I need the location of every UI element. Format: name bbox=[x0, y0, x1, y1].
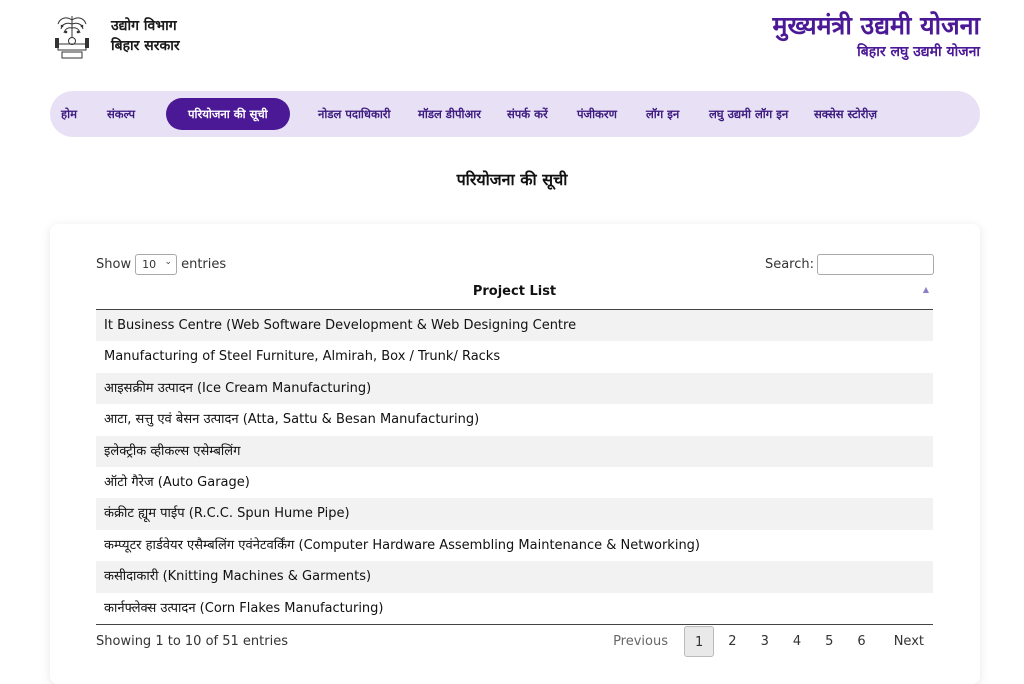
sort-ascending-icon: ▲ bbox=[922, 285, 929, 294]
scheme-subtitle: बिहार लघु उद्यमी योजना bbox=[857, 44, 980, 60]
search-label: Search: bbox=[764, 257, 814, 272]
show-label: Show bbox=[96, 257, 132, 272]
nav-model-dpr[interactable]: मॉडल डीपीआर bbox=[418, 91, 481, 137]
table-search: Search: bbox=[765, 254, 934, 275]
bihar-emblem-icon bbox=[55, 16, 89, 59]
table-bottom-border bbox=[96, 623, 933, 625]
entries-length-control: Show 10 ⌄ entries bbox=[96, 254, 226, 275]
department-line: उद्योग विभाग bbox=[111, 18, 177, 34]
table-row: It Business Centre (Web Software Develop… bbox=[96, 310, 933, 342]
nav-project-list[interactable]: परियोजना की सूची bbox=[166, 98, 290, 130]
pagination-next[interactable]: Next bbox=[884, 626, 934, 657]
pagination: Previous 1 2 3 4 5 6 Next bbox=[603, 626, 934, 657]
table-row: ऑटो गैरेज (Auto Garage) bbox=[96, 466, 933, 499]
state-government-line: बिहार सरकार bbox=[111, 38, 180, 54]
nav-laghu-udyami-login[interactable]: लघु उद्यमी लॉग इन bbox=[709, 91, 788, 137]
pagination-previous[interactable]: Previous bbox=[603, 626, 678, 657]
table-info: Showing 1 to 10 of 51 entries bbox=[96, 634, 288, 649]
chevron-down-icon: ⌄ bbox=[164, 257, 173, 267]
pagination-page[interactable]: 4 bbox=[783, 626, 811, 657]
nav-nodal-officer[interactable]: नोडल पदाधिकारी bbox=[318, 91, 390, 137]
scheme-title: मुख्यमंत्री उद्यमी योजना bbox=[772, 11, 980, 40]
pagination-page[interactable]: 2 bbox=[718, 626, 746, 657]
pagination-page[interactable]: 3 bbox=[751, 626, 779, 657]
table-row: कसीदाकारी (Knitting Machines & Garments) bbox=[96, 561, 933, 593]
table-row: आटा, सत्तु एवं बेसन उत्पादन (Atta, Sattu… bbox=[96, 404, 933, 436]
column-header-project-list[interactable]: Project List ▲ bbox=[96, 280, 933, 310]
nav-home[interactable]: होम bbox=[61, 91, 77, 137]
search-input[interactable] bbox=[817, 254, 934, 275]
project-table: Project List ▲ It Business Centre (Web S… bbox=[96, 280, 933, 625]
entries-per-page-value: 10 bbox=[142, 258, 157, 271]
project-list-card: Show 10 ⌄ entries Search: Project List ▲… bbox=[50, 224, 980, 684]
nav-success-stories[interactable]: सक्सेस स्टोरीज़ bbox=[814, 91, 877, 137]
entries-label: entries bbox=[181, 257, 227, 272]
table-row: कम्प्यूटर हार्डवेयर एसैम्बलिंग एवंनेटवर्… bbox=[96, 529, 933, 562]
table-row: Manufacturing of Steel Furniture, Almira… bbox=[96, 341, 933, 373]
table-row: कंक्रीट ह्यूम पाईप (R.C.C. Spun Hume Pip… bbox=[96, 498, 933, 530]
scheme-branding: मुख्यमंत्री उद्यमी योजना बिहार लघु उद्यम… bbox=[773, 10, 980, 62]
main-navigation: होम संकल्प परियोजना की सूची नोडल पदाधिका… bbox=[50, 91, 980, 137]
entries-per-page-select[interactable]: 10 ⌄ bbox=[135, 254, 178, 275]
nav-resolution[interactable]: संकल्प bbox=[107, 91, 135, 137]
nav-contact[interactable]: संपर्क करें bbox=[507, 91, 548, 137]
site-header: उद्योग विभाग बिहार सरकार मुख्यमंत्री उद्… bbox=[0, 0, 1024, 80]
nav-registration[interactable]: पंजीकरण bbox=[577, 91, 617, 137]
department-name: उद्योग विभाग बिहार सरकार bbox=[111, 16, 180, 56]
page-title: परियोजना की सूची bbox=[456, 170, 568, 189]
table-row: आइसक्रीम उत्पादन (Ice Cream Manufacturin… bbox=[96, 372, 933, 405]
table-row: इलेक्ट्रीक व्हीकल्स एसेम्बलिंग bbox=[96, 435, 933, 467]
pagination-page[interactable]: 6 bbox=[847, 626, 875, 657]
pagination-page-current[interactable]: 1 bbox=[684, 626, 715, 657]
column-header-label: Project List bbox=[472, 284, 557, 299]
table-row: कार्नफ्लेक्स उत्पादन (Corn Flakes Manufa… bbox=[96, 592, 933, 624]
nav-login[interactable]: लॉग इन bbox=[646, 91, 679, 137]
pagination-page[interactable]: 5 bbox=[815, 626, 843, 657]
